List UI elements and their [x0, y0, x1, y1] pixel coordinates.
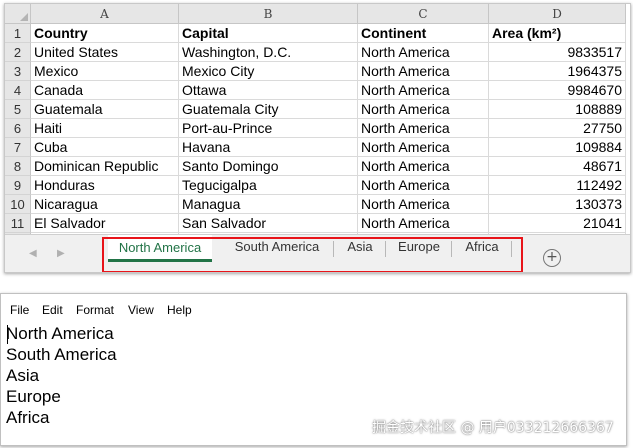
- column-header-a[interactable]: A: [31, 4, 179, 24]
- cell-country[interactable]: Guatemala: [31, 100, 179, 119]
- row-header[interactable]: 2: [5, 43, 31, 62]
- cell-country[interactable]: El Salvador: [31, 214, 179, 233]
- cell-capital[interactable]: Havana: [179, 138, 358, 157]
- watermark: 掘金技术社区 @ 用户033212666367: [372, 420, 614, 436]
- menu-view[interactable]: View: [128, 303, 154, 317]
- cell-country[interactable]: Cuba: [31, 138, 179, 157]
- cell-area[interactable]: 1964375: [489, 62, 626, 81]
- column-header-c[interactable]: C: [358, 4, 489, 24]
- menu-file[interactable]: File: [10, 303, 29, 317]
- row-header[interactable]: 10: [5, 195, 31, 214]
- cell-capital[interactable]: Guatemala City: [179, 100, 358, 119]
- cell-country[interactable]: United States: [31, 43, 179, 62]
- cell-continent[interactable]: North America: [358, 138, 489, 157]
- add-sheet-button[interactable]: +: [543, 249, 561, 267]
- scroll-tabs-left-icon[interactable]: ◀: [29, 248, 37, 259]
- cell-capital[interactable]: Washington, D.C.: [179, 43, 358, 62]
- column-header-b[interactable]: B: [179, 4, 358, 24]
- cell-area[interactable]: 9833517: [489, 43, 626, 62]
- row-header[interactable]: 8: [5, 157, 31, 176]
- cell-continent[interactable]: North America: [358, 176, 489, 195]
- row-header[interactable]: 3: [5, 62, 31, 81]
- cell-continent[interactable]: North America: [358, 157, 489, 176]
- menu-format[interactable]: Format: [76, 303, 114, 317]
- cell-continent[interactable]: North America: [358, 214, 489, 233]
- row-header[interactable]: 6: [5, 119, 31, 138]
- header-cell-country[interactable]: Country: [31, 24, 179, 43]
- text-line: Europe: [6, 387, 61, 406]
- cell-area[interactable]: 27750: [489, 119, 626, 138]
- cell-capital[interactable]: Tegucigalpa: [179, 176, 358, 195]
- cell-area[interactable]: 48671: [489, 157, 626, 176]
- cell-country[interactable]: Haiti: [31, 119, 179, 138]
- row-header[interactable]: 11: [5, 214, 31, 233]
- row-header[interactable]: 1: [5, 24, 31, 43]
- cell-area[interactable]: 108889: [489, 100, 626, 119]
- menu-bar: File Edit Format View Help: [1, 294, 626, 320]
- cell-country[interactable]: Dominican Republic: [31, 157, 179, 176]
- menu-edit[interactable]: Edit: [42, 303, 63, 317]
- header-cell-area[interactable]: Area (km²): [489, 24, 626, 43]
- text-line: Asia: [6, 366, 40, 385]
- cell-continent[interactable]: North America: [358, 100, 489, 119]
- cell-country[interactable]: Nicaragua: [31, 195, 179, 214]
- cell-country[interactable]: Honduras: [31, 176, 179, 195]
- cell-continent[interactable]: North America: [358, 119, 489, 138]
- cell-capital[interactable]: Port-au-Prince: [179, 119, 358, 138]
- column-header-d[interactable]: D: [489, 4, 626, 24]
- cell-continent[interactable]: North America: [358, 81, 489, 100]
- row-header[interactable]: 9: [5, 176, 31, 195]
- menu-help[interactable]: Help: [167, 303, 192, 317]
- cell-area[interactable]: 130373: [489, 195, 626, 214]
- row-header[interactable]: 7: [5, 138, 31, 157]
- cell-continent[interactable]: North America: [358, 62, 489, 81]
- cell-capital[interactable]: Ottawa: [179, 81, 358, 100]
- row-header[interactable]: 5: [5, 100, 31, 119]
- cell-continent[interactable]: North America: [358, 195, 489, 214]
- cell-capital[interactable]: Mexico City: [179, 62, 358, 81]
- spreadsheet-window: A B C D 1 2 3 4 5 6 7 8 9 10 11 12 Count…: [4, 3, 631, 273]
- cell-area[interactable]: 9984670: [489, 81, 626, 100]
- header-cell-continent[interactable]: Continent: [358, 24, 489, 43]
- scroll-tabs-right-icon[interactable]: ▶: [57, 248, 65, 259]
- highlight-box: [102, 237, 523, 272]
- text-editor[interactable]: North America South America Asia Europe …: [6, 323, 621, 428]
- text-line: South America: [6, 345, 117, 364]
- cell-area[interactable]: 109884: [489, 138, 626, 157]
- select-all-button[interactable]: [5, 4, 31, 24]
- cell-area[interactable]: 112492: [489, 176, 626, 195]
- cell-country[interactable]: Mexico: [31, 62, 179, 81]
- cell-continent[interactable]: North America: [358, 43, 489, 62]
- cell-capital[interactable]: Managua: [179, 195, 358, 214]
- cell-country[interactable]: Canada: [31, 81, 179, 100]
- text-line: North America: [6, 324, 114, 343]
- cell-area[interactable]: 21041: [489, 214, 626, 233]
- row-header[interactable]: 4: [5, 81, 31, 100]
- header-cell-capital[interactable]: Capital: [179, 24, 358, 43]
- cell-capital[interactable]: Santo Domingo: [179, 157, 358, 176]
- cell-capital[interactable]: San Salvador: [179, 214, 358, 233]
